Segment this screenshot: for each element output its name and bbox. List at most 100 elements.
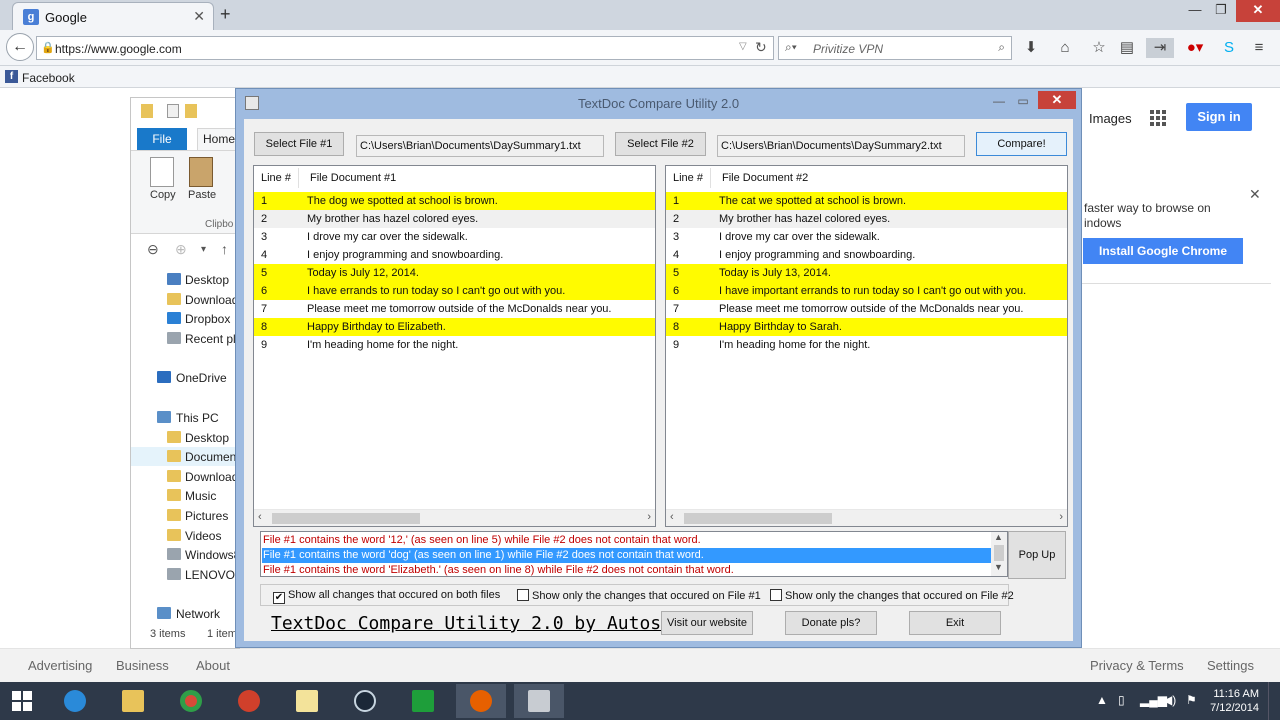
search-icon[interactable]: ⌕: [998, 40, 1005, 55]
volume-icon[interactable]: ◀): [1163, 693, 1176, 707]
close-window-button[interactable]: ✕: [1236, 0, 1280, 22]
search-engine-icon[interactable]: ⌕▾: [785, 40, 797, 55]
scroll-thumb[interactable]: [272, 513, 420, 524]
list-row[interactable]: 8 Happy Birthday to Sarah.: [666, 318, 1067, 336]
adblock-icon[interactable]: ●▾: [1184, 38, 1206, 58]
taskbar-app[interactable]: [224, 684, 274, 718]
reload-icon[interactable]: ↻: [755, 39, 767, 56]
exit-button[interactable]: Exit: [909, 611, 1001, 635]
ribbon-tab-file[interactable]: File: [137, 128, 187, 150]
search-bar[interactable]: ⌕▾ Privitize VPN ⌕: [778, 36, 1012, 60]
nav-item[interactable]: OneDrive: [131, 368, 241, 387]
list-row[interactable]: 3I drove my car over the sidewalk.: [254, 228, 655, 246]
close-tab-icon[interactable]: ✕: [193, 8, 205, 25]
scroll-right-icon[interactable]: ›: [647, 511, 651, 523]
app-maximize-button[interactable]: ▭: [1012, 94, 1034, 112]
back-arrow-icon[interactable]: ⊖: [147, 241, 159, 258]
taskbar-textdoc-compare[interactable]: [514, 684, 564, 718]
list-row[interactable]: 2 My brother has hazel colored eyes.: [666, 210, 1067, 228]
footer-privacy[interactable]: Privacy & Terms: [1090, 658, 1184, 673]
forward-arrow-icon[interactable]: ⊕: [175, 241, 187, 258]
column-file-document[interactable]: File Document #2: [722, 172, 808, 184]
select-file-2-button[interactable]: Select File #2: [615, 132, 706, 156]
nav-item[interactable]: Pictures: [131, 506, 241, 525]
footer-advertising[interactable]: Advertising: [28, 658, 92, 673]
compare-button[interactable]: Compare!: [976, 132, 1067, 156]
show-file2-option[interactable]: Show only the changes that occured on Fi…: [770, 589, 1014, 602]
change-item-selected[interactable]: File #1 contains the word 'dog' (as seen…: [262, 548, 992, 563]
nav-item[interactable]: Dropbox: [131, 309, 241, 328]
file-1-list[interactable]: Line # File Document #1 1 The dog we spot…: [253, 165, 656, 527]
list-row[interactable]: 8 Happy Birthday to Elizabeth.: [254, 318, 655, 336]
show-desktop-button[interactable]: [1268, 682, 1280, 720]
app-minimize-button[interactable]: —: [988, 94, 1010, 112]
sign-in-button[interactable]: Sign in: [1186, 103, 1252, 131]
horizontal-scrollbar[interactable]: ‹ ›: [666, 509, 1067, 526]
column-line-number[interactable]: Line #: [261, 172, 291, 184]
nav-item[interactable]: Videos: [131, 526, 241, 545]
nav-item[interactable]: Network: [131, 604, 241, 623]
list-row[interactable]: 7 Please meet me tomorrow outside of the …: [254, 300, 655, 318]
recent-dropdown-icon[interactable]: ▾: [201, 244, 206, 255]
taskbar-firefox[interactable]: [456, 684, 506, 718]
scroll-down-icon[interactable]: ▼: [994, 562, 1003, 572]
home-icon[interactable]: ⌂: [1054, 38, 1076, 58]
select-file-1-button[interactable]: Select File #1: [254, 132, 344, 156]
footer-settings[interactable]: Settings: [1207, 658, 1254, 673]
app-title-bar[interactable]: TextDoc Compare Utility 2.0 — ▭ ✕: [236, 89, 1081, 117]
app-close-button[interactable]: ✕: [1038, 91, 1076, 109]
close-promo-icon[interactable]: ✕: [1249, 186, 1261, 203]
list-row[interactable]: 4I enjoy programming and snowboarding.: [666, 246, 1067, 264]
taskbar-chrome[interactable]: [166, 684, 216, 718]
checkbox-checked-icon[interactable]: ✔: [273, 592, 285, 604]
list-row[interactable]: 5 Today is July 13, 2014.: [666, 264, 1067, 282]
show-hidden-icons[interactable]: ▲: [1096, 693, 1108, 707]
new-tab-button[interactable]: +: [220, 4, 231, 25]
bookmark-star-icon[interactable]: ☆: [1088, 38, 1110, 58]
minimize-window-button[interactable]: —: [1180, 0, 1210, 22]
taskbar-internet-explorer[interactable]: [50, 684, 100, 718]
scroll-right-icon[interactable]: ›: [1059, 511, 1063, 523]
install-chrome-button[interactable]: Install Google Chrome: [1083, 238, 1243, 264]
list-row[interactable]: 9 I'm heading home for the night.: [666, 336, 1067, 354]
paste-icon[interactable]: [189, 157, 213, 187]
list-row[interactable]: 2 My brother has hazel colored eyes.: [254, 210, 655, 228]
reading-list-icon[interactable]: ▤: [1116, 38, 1138, 58]
maximize-window-button[interactable]: ❐: [1208, 0, 1234, 22]
nav-item[interactable]: Download: [131, 290, 241, 309]
scroll-thumb[interactable]: [684, 513, 832, 524]
nav-item[interactable]: Desktop: [131, 270, 241, 289]
file-2-list[interactable]: Line # File Document #2 1 The cat we spot…: [665, 165, 1068, 527]
pop-up-button[interactable]: Pop Up: [1008, 531, 1066, 579]
list-row[interactable]: 1 The dog we spotted at school is brown.: [254, 192, 655, 210]
column-line-number[interactable]: Line #: [673, 172, 703, 184]
browser-tab[interactable]: g Google ✕: [12, 2, 214, 30]
checkbox-icon[interactable]: [770, 589, 782, 601]
url-bar[interactable]: 🔒 https://www.google.com ▽ ↻: [36, 36, 774, 60]
list-row[interactable]: 1 The cat we spotted at school is brown.: [666, 192, 1067, 210]
list-row[interactable]: 7 Please meet me tomorrow outside of the …: [666, 300, 1067, 318]
taskbar-steam[interactable]: [340, 684, 390, 718]
apps-grid-icon[interactable]: [1150, 110, 1166, 126]
google-images-link[interactable]: Images: [1089, 111, 1132, 126]
skype-icon[interactable]: S: [1218, 38, 1240, 58]
action-center-icon[interactable]: ⚑: [1186, 693, 1197, 707]
taskbar-file-explorer[interactable]: [108, 684, 158, 718]
properties-icon[interactable]: [167, 104, 179, 118]
list-row[interactable]: 6I have errands to run today so I can't …: [254, 282, 655, 300]
scroll-left-icon[interactable]: ‹: [258, 511, 262, 523]
nav-item[interactable]: This PC: [131, 408, 241, 427]
download-icon[interactable]: ⬇: [1020, 38, 1042, 58]
checkbox-icon[interactable]: [517, 589, 529, 601]
list-row[interactable]: 5 Today is July 12, 2014.: [254, 264, 655, 282]
list-row[interactable]: 3I drove my car over the sidewalk.: [666, 228, 1067, 246]
power-icon[interactable]: ▯: [1118, 693, 1125, 707]
show-both-option[interactable]: ✔ Show all changes that occured on both f…: [273, 589, 500, 604]
nav-item[interactable]: Document: [131, 447, 241, 466]
nav-item[interactable]: Download: [131, 467, 241, 486]
taskbar-clock[interactable]: 11:16 AM 7/12/2014: [1209, 687, 1259, 715]
up-arrow-icon[interactable]: ↑: [221, 241, 228, 257]
change-item[interactable]: File #1 contains the word 'Elizabeth.' (…: [262, 563, 992, 576]
donate-button[interactable]: Donate pls?: [785, 611, 877, 635]
changes-list[interactable]: File #1 contains the word '12,' (as seen…: [260, 531, 1008, 577]
